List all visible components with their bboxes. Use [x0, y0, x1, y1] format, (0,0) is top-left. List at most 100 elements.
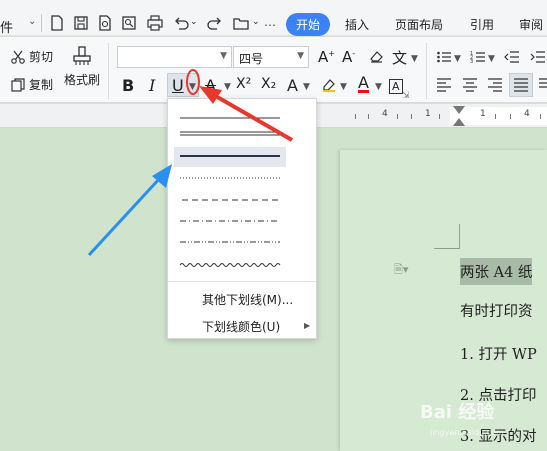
text-effect-icon[interactable]: A [287, 76, 298, 95]
more-underlines-item[interactable]: 其他下划线(M)... [202, 291, 293, 308]
blue-arrow-annotation [87, 176, 162, 257]
ruler-number: 1 [425, 109, 431, 119]
font-color-icon[interactable]: A [358, 75, 369, 93]
numbered-list-dropdown-chevron-icon[interactable]: ▼ [488, 54, 495, 64]
document-line[interactable]: 1. 打开 WP [460, 343, 537, 364]
copy-button[interactable]: 复制 [10, 76, 53, 93]
document-line[interactable]: 有时打印资 [460, 300, 533, 321]
align-center-icon[interactable] [462, 76, 478, 96]
character-border-icon[interactable]: A [389, 79, 403, 94]
svg-text:3: 3 [470, 59, 473, 65]
italic-button[interactable]: I [149, 76, 155, 95]
align-right-icon[interactable] [487, 76, 503, 96]
hanging-indent-marker[interactable] [453, 118, 465, 126]
underline-style-wave[interactable] [174, 255, 286, 275]
redo-icon[interactable] [206, 14, 224, 32]
divider [426, 43, 427, 99]
print-icon[interactable] [146, 14, 164, 32]
clear-formatting-icon[interactable] [368, 48, 384, 68]
ruler-tick [411, 114, 412, 119]
open-folder-icon[interactable] [232, 14, 250, 32]
decrease-indent-icon[interactable] [504, 49, 520, 69]
underline-style-dash-dot-dot[interactable] [174, 232, 286, 252]
cut-label: 剪切 [29, 50, 54, 64]
divider [108, 43, 109, 99]
font-name-select[interactable]: ▼ [117, 46, 232, 68]
grow-font-icon[interactable]: A+ [318, 48, 335, 66]
strikethrough-button[interactable]: A [205, 76, 216, 95]
underline-color-item[interactable]: 下划线颜色(U) [202, 318, 280, 335]
bold-button[interactable]: B [122, 76, 134, 95]
numbered-list-icon[interactable]: 123 [470, 49, 486, 69]
chevron-down-icon: ▼ [220, 51, 227, 61]
divider [41, 14, 42, 32]
save-icon[interactable] [72, 14, 90, 32]
font-dialog-launcher-icon[interactable]: ⇲ [402, 91, 410, 101]
chevron-down-icon: ▼ [297, 51, 304, 61]
ruler-tick [495, 114, 496, 119]
ruler-tick [540, 114, 541, 119]
file-menu-chevron-icon[interactable]: ⌄ [28, 16, 36, 27]
format-painter-label: 格式刷 [64, 73, 101, 87]
print-preview-icon[interactable] [120, 14, 138, 32]
open-dropdown-chevron-icon[interactable]: ⌄ [252, 17, 260, 35]
ruler-tick [439, 114, 440, 119]
font-size-select[interactable]: 四号 ▼ [233, 46, 309, 68]
undo-dropdown-chevron-icon[interactable]: ⌄ [190, 17, 198, 35]
paragraph-layout-icon[interactable]: 🗎▾ [394, 261, 408, 280]
ruler-tick [368, 114, 369, 119]
underline-style-thick[interactable] [174, 147, 286, 167]
menu-divider [168, 281, 316, 282]
font-size-value: 四号 [239, 52, 264, 66]
underline-style-dotted[interactable] [174, 169, 286, 189]
underline-button[interactable]: U [172, 76, 184, 95]
tab-review[interactable]: 审阅 [519, 16, 543, 33]
phonetic-dropdown-chevron-icon[interactable]: ▼ [411, 54, 418, 64]
more-quick-access-icon[interactable]: … [264, 15, 276, 33]
underline-style-single[interactable] [174, 105, 286, 125]
cut-button[interactable]: 剪切 [10, 48, 53, 65]
strikethrough-dropdown-chevron-icon[interactable]: ▼ [224, 82, 231, 92]
bullet-list-dropdown-chevron-icon[interactable]: ▼ [454, 54, 461, 64]
new-document-icon[interactable] [48, 14, 66, 32]
highlight-icon[interactable] [321, 76, 337, 96]
watermark-url: jingyan.baidu.com [430, 428, 504, 437]
format-painter-icon [71, 45, 93, 67]
export-pdf-icon[interactable] [96, 14, 114, 32]
menu-bar: 件 ⌄ ⌄ ⌄ … 开始 插入 页面布局 引用 审阅 [0, 0, 547, 36]
align-left-icon[interactable] [436, 76, 452, 96]
underline-style-double[interactable] [174, 125, 286, 145]
copy-icon [10, 77, 26, 93]
subscript-button[interactable]: X₂ [261, 76, 276, 92]
superscript-button[interactable]: X² [236, 76, 251, 92]
copy-label: 复制 [29, 78, 54, 92]
highlight-dropdown-chevron-icon[interactable]: ▼ [340, 82, 347, 92]
underline-dropdown-chevron-icon[interactable]: ▼ [189, 82, 196, 92]
ruler-number: 4 [524, 109, 530, 119]
underline-style-dash-dot[interactable] [174, 211, 286, 231]
margin-corner-mark [459, 224, 460, 248]
ruler-number: 1 [480, 109, 486, 119]
tab-home[interactable]: 开始 [286, 13, 331, 36]
shrink-font-icon[interactable]: A- [342, 48, 355, 66]
undo-icon[interactable] [172, 14, 190, 32]
underline-style-dashed[interactable] [174, 190, 286, 210]
first-line-indent-marker[interactable] [453, 106, 465, 114]
align-justify-icon[interactable] [513, 76, 529, 96]
ruler-number: 4 [382, 109, 388, 119]
phonetic-guide-icon[interactable]: 文 [392, 47, 407, 68]
font-color-dropdown-chevron-icon[interactable]: ▼ [375, 82, 382, 92]
tab-insert[interactable]: 插入 [345, 16, 369, 33]
increase-indent-icon[interactable] [530, 49, 546, 69]
document-line[interactable]: 两张 A4 纸 [460, 258, 533, 285]
tab-references[interactable]: 引用 [470, 16, 494, 33]
ruler-tick [397, 114, 398, 119]
distributed-align-icon[interactable] [538, 76, 547, 96]
format-painter-button[interactable]: 格式刷 [64, 45, 100, 88]
scissors-icon [10, 49, 26, 65]
ruler-tick [510, 114, 511, 119]
file-menu[interactable]: 件 [0, 17, 13, 36]
bullet-list-icon[interactable] [436, 49, 452, 69]
tab-page-layout[interactable]: 页面布局 [395, 16, 443, 33]
text-effect-dropdown-chevron-icon[interactable]: ▼ [303, 82, 310, 92]
